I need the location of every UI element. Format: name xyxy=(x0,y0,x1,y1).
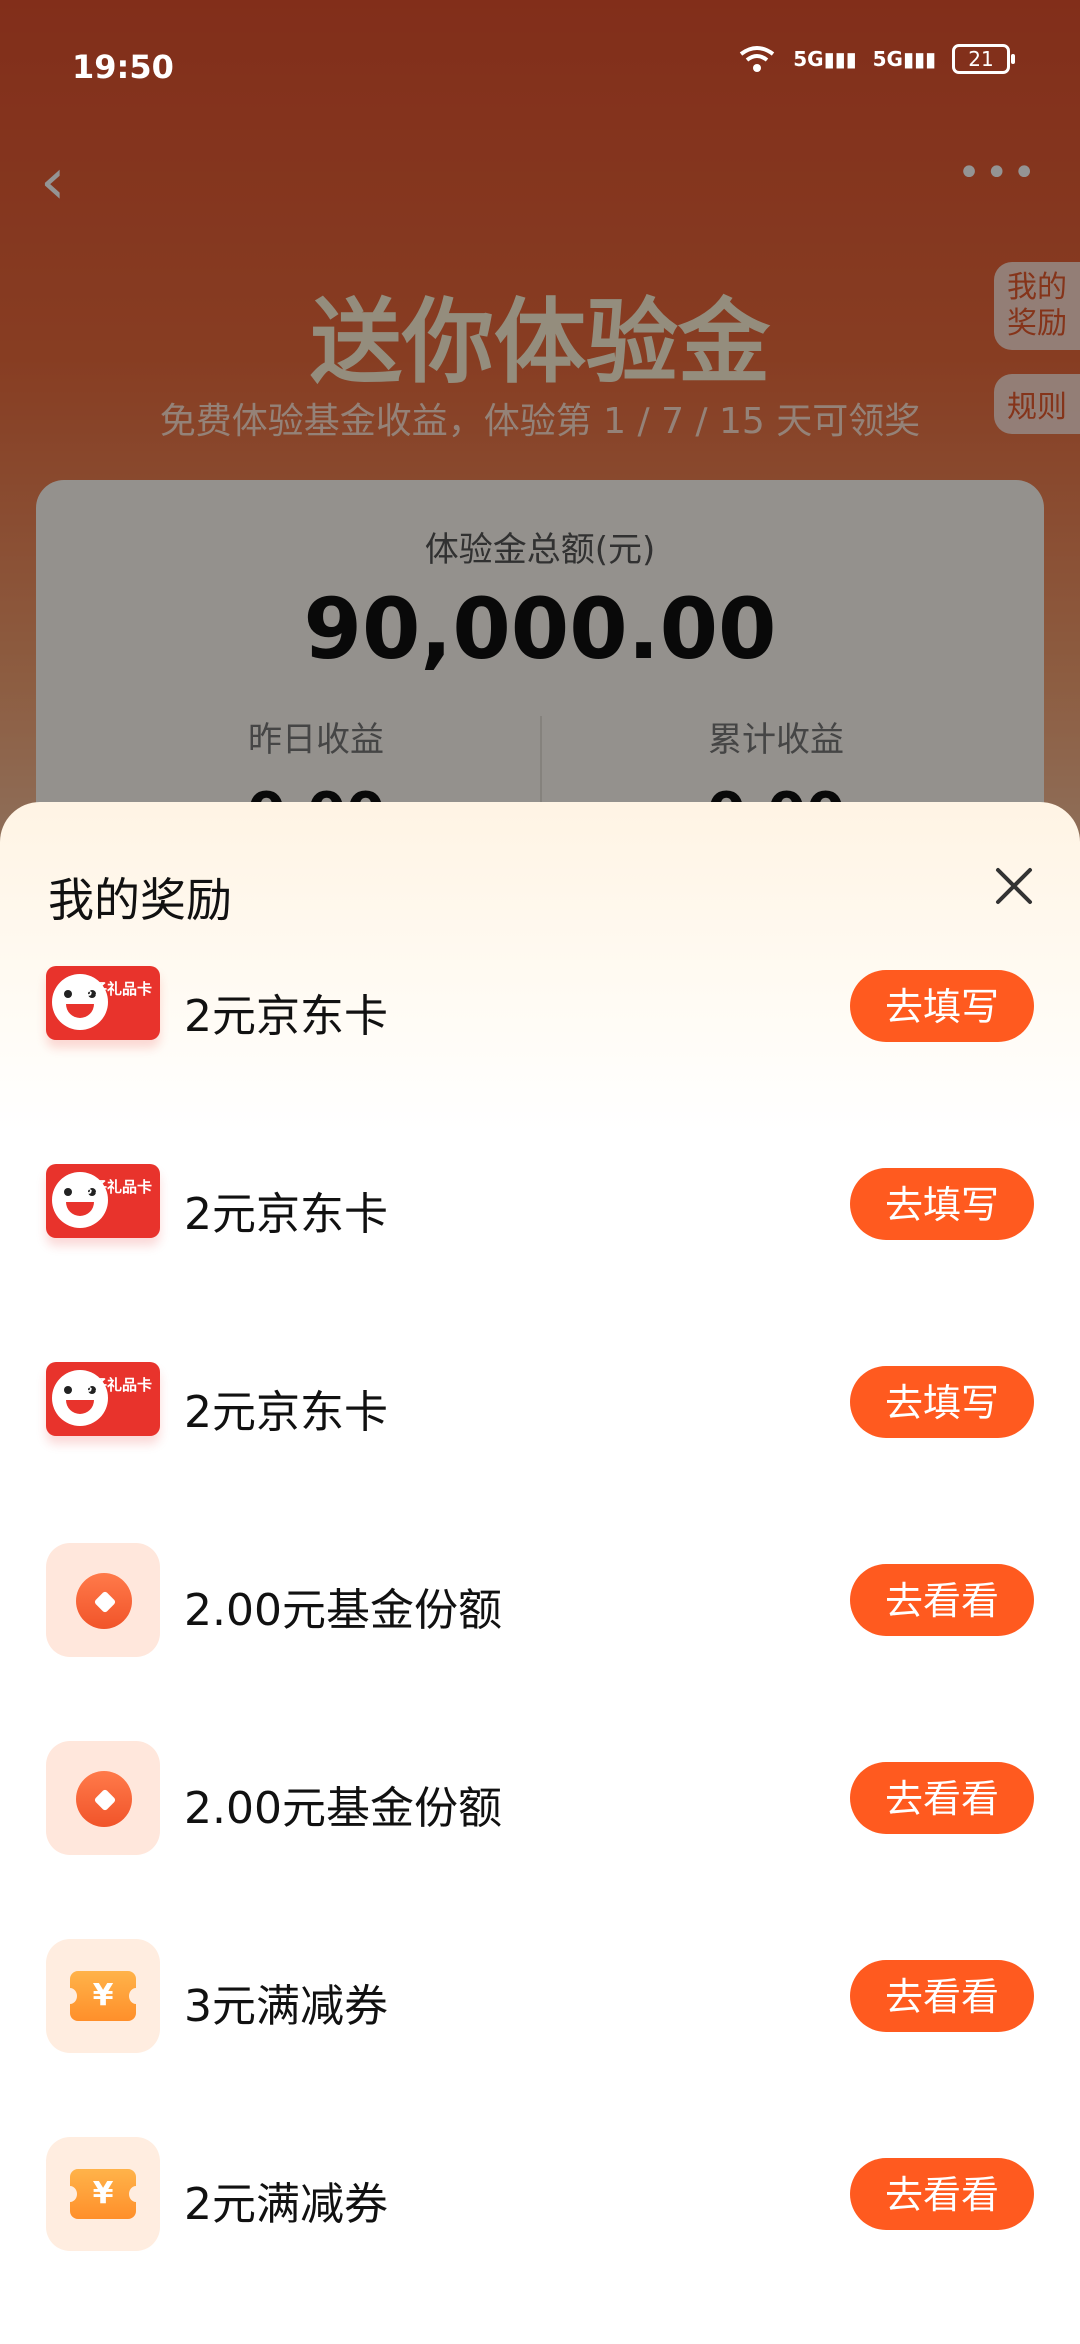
jd-gift-card-icon: 电子礼品卡 xyxy=(46,1164,160,1238)
sheet-title: 我的奖励 xyxy=(48,873,232,927)
reward-row: 电子礼品卡 2元京东卡 去填写 xyxy=(0,1340,1080,1470)
reward-row: 2.00元基金份额 去看看 xyxy=(0,1538,1080,1668)
status-bar: 19:50 5G▮▮▮ 5G▮▮▮ 21 xyxy=(0,0,1080,130)
reward-row: ¥ 3元满减券 去看看 xyxy=(0,1934,1080,2064)
fill-in-button[interactable]: 去填写 xyxy=(850,970,1034,1042)
reward-row: ¥ 2元满减券 去看看 xyxy=(0,2132,1080,2262)
fund-share-icon xyxy=(46,1741,160,1855)
coupon-icon: ¥ xyxy=(46,2137,160,2251)
reward-label: 2元京东卡 xyxy=(184,1189,388,1240)
wifi-icon xyxy=(740,46,775,72)
reward-row: 电子礼品卡 2元京东卡 去填写 xyxy=(0,944,1080,1074)
reward-label: 2.00元基金份额 xyxy=(184,1585,502,1636)
fill-in-button[interactable]: 去填写 xyxy=(850,1366,1034,1438)
view-button[interactable]: 去看看 xyxy=(850,1762,1034,1834)
signal-5g-icon: 5G▮▮▮ xyxy=(793,47,857,71)
card-text: 电子礼品卡 xyxy=(76,1376,152,1394)
view-button[interactable]: 去看看 xyxy=(850,1564,1034,1636)
reward-label: 2元京东卡 xyxy=(184,1387,388,1438)
card-text: 电子礼品卡 xyxy=(76,1178,152,1196)
reward-row: 2.00元基金份额 去看看 xyxy=(0,1736,1080,1866)
yuan-symbol: ¥ xyxy=(63,2169,143,2219)
jd-gift-card-icon: 电子礼品卡 xyxy=(46,1362,160,1436)
fund-share-icon xyxy=(46,1543,160,1657)
reward-label: 2.00元基金份额 xyxy=(184,1783,502,1834)
reward-row: 电子礼品卡 2元京东卡 去填写 xyxy=(0,1142,1080,1272)
close-icon[interactable] xyxy=(986,858,1042,914)
status-time: 19:50 xyxy=(72,48,174,86)
reward-label: 3元满减券 xyxy=(184,1981,388,2032)
battery-icon: 21 xyxy=(952,44,1015,74)
my-rewards-sheet: 我的奖励 电子礼品卡 2元京东卡 去填写 电子礼品卡 2元京东卡 去填写 电子礼… xyxy=(0,802,1080,2344)
card-text: 电子礼品卡 xyxy=(76,980,152,998)
view-button[interactable]: 去看看 xyxy=(850,2158,1034,2230)
reward-label: 2元满减券 xyxy=(184,2179,388,2230)
coupon-icon: ¥ xyxy=(46,1939,160,2053)
fill-in-button[interactable]: 去填写 xyxy=(850,1168,1034,1240)
view-button[interactable]: 去看看 xyxy=(850,1960,1034,2032)
jd-gift-card-icon: 电子礼品卡 xyxy=(46,966,160,1040)
signal-5g-icon-2: 5G▮▮▮ xyxy=(872,47,936,71)
status-icons: 5G▮▮▮ 5G▮▮▮ 21 xyxy=(737,44,1015,74)
reward-label: 2元京东卡 xyxy=(184,991,388,1042)
yuan-symbol: ¥ xyxy=(63,1971,143,2021)
